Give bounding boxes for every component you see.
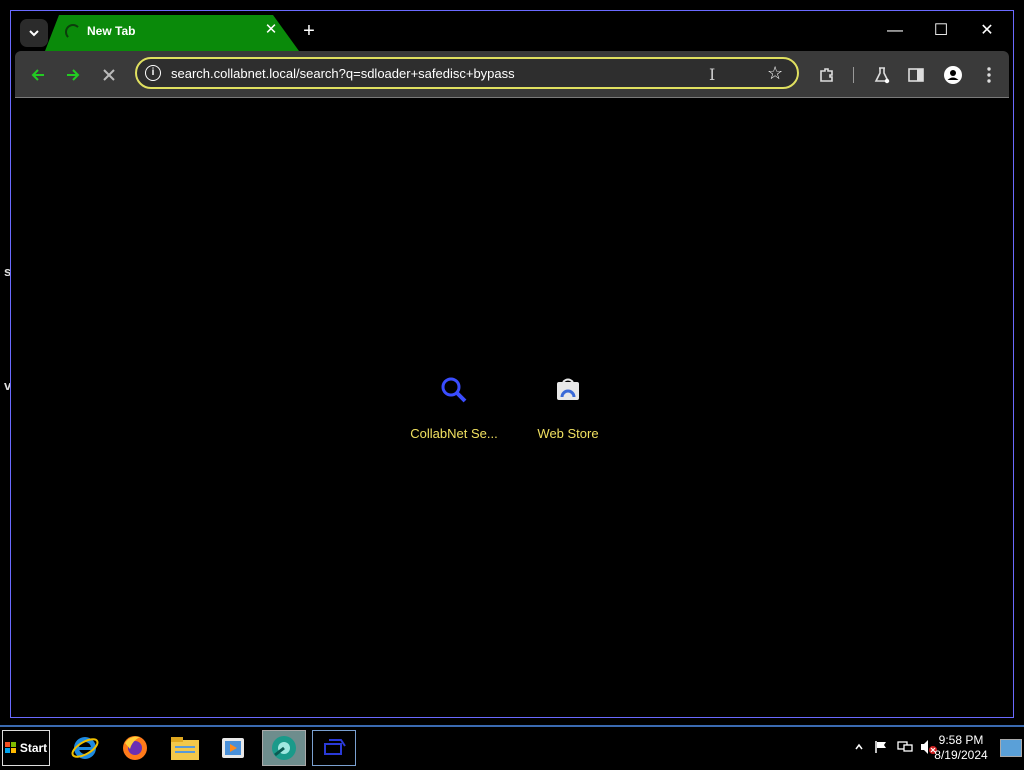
close-icon (103, 69, 115, 81)
tray-expand-button[interactable] (850, 738, 868, 756)
tab-close-button[interactable]: ✕ (263, 22, 279, 38)
tab-title: New Tab (87, 24, 136, 38)
tab-new-tab[interactable] (45, 15, 299, 51)
start-button[interactable]: Start (2, 730, 50, 766)
side-panel-button[interactable] (905, 64, 927, 86)
media-player-icon (222, 738, 244, 758)
new-tab-page: CollabNet Se... Web Store (11, 98, 1013, 717)
flag-icon (875, 741, 886, 753)
stop-loading-button[interactable] (98, 64, 120, 86)
shortcut-label: CollabNet Se... (410, 426, 498, 441)
toolbar-divider (842, 64, 864, 86)
file-explorer-icon (171, 737, 199, 760)
shortcut-tile[interactable] (548, 370, 588, 410)
text-cursor-icon: I (709, 65, 716, 84)
browser-window: New Tab ✕ + — ☐ ✕ i search.collabnet.loc… (10, 10, 1014, 718)
taskbar-network-app[interactable] (312, 730, 356, 766)
arrow-right-icon (67, 69, 80, 81)
close-window-button[interactable]: ✕ (972, 20, 1002, 42)
menu-button[interactable] (978, 64, 1000, 86)
close-icon: ✕ (264, 21, 278, 38)
chevron-down-icon (29, 30, 39, 37)
profile-icon (944, 66, 962, 84)
windows-logo-icon (4, 742, 16, 753)
plus-icon: + (303, 20, 315, 42)
info-icon[interactable]: i (145, 65, 161, 81)
puzzle-icon (820, 68, 833, 82)
network-icon (897, 741, 913, 752)
taskbar-firefox[interactable] (113, 730, 157, 766)
shortcut-label: Web Store (537, 426, 599, 441)
search-icon (441, 377, 467, 403)
shortcut-web-store[interactable]: Web Store (518, 370, 618, 441)
firefox-icon (123, 736, 147, 760)
chevron-up-icon (855, 743, 863, 750)
new-tab-button[interactable]: + (298, 20, 320, 42)
shortcut-collabnet-search[interactable]: CollabNet Se... (404, 370, 504, 441)
close-icon: ✕ (980, 22, 994, 39)
tab-strip: New Tab ✕ + — ☐ ✕ (11, 11, 1013, 51)
taskbar-clock[interactable]: 9:58 PM 8/19/2024 (930, 733, 992, 763)
taskbar: Start 9:58 PM 8/19/2024 (0, 725, 1024, 770)
clock-date: 8/19/2024 (934, 748, 988, 762)
address-bar-url[interactable]: search.collabnet.local/search?q=sdloader… (171, 66, 515, 81)
taskbar-file-explorer[interactable] (163, 730, 207, 766)
forward-button[interactable] (62, 64, 84, 86)
profile-button[interactable] (942, 64, 964, 86)
minimize-button[interactable]: — (880, 20, 910, 42)
extensions-button[interactable] (816, 64, 838, 86)
taskbar-internet-explorer[interactable] (63, 730, 107, 766)
labs-button[interactable] (871, 64, 893, 86)
bookmark-star-icon[interactable]: ☆ (767, 63, 783, 84)
tray-network[interactable] (896, 738, 914, 756)
loading-spinner-icon (65, 24, 81, 40)
back-button[interactable] (27, 64, 49, 86)
address-bar[interactable]: i search.collabnet.local/search?q=sdload… (135, 57, 799, 89)
start-label: Start (19, 741, 48, 755)
show-desktop-button[interactable] (1000, 739, 1022, 757)
internet-explorer-icon (71, 737, 99, 759)
maximize-button[interactable]: ☐ (926, 20, 956, 42)
tray-action-center[interactable] (872, 738, 890, 756)
taskbar-chrome-app[interactable] (262, 730, 306, 766)
tab-search-button[interactable] (20, 19, 48, 47)
maximize-icon: ☐ (933, 22, 949, 39)
side-panel-icon (908, 68, 924, 82)
shortcut-tile[interactable] (434, 370, 474, 410)
web-store-icon (557, 378, 579, 400)
clock-time: 9:58 PM (938, 733, 984, 747)
taskbar-media-player[interactable] (211, 730, 255, 766)
browser-toolbar: i search.collabnet.local/search?q=sdload… (15, 51, 1009, 98)
flask-icon (874, 67, 890, 84)
arrow-left-icon (31, 69, 44, 81)
more-vertical-icon (987, 67, 991, 83)
minimize-icon: — (887, 22, 903, 39)
chrome-app-icon (272, 736, 296, 760)
network-app-icon (324, 739, 346, 755)
